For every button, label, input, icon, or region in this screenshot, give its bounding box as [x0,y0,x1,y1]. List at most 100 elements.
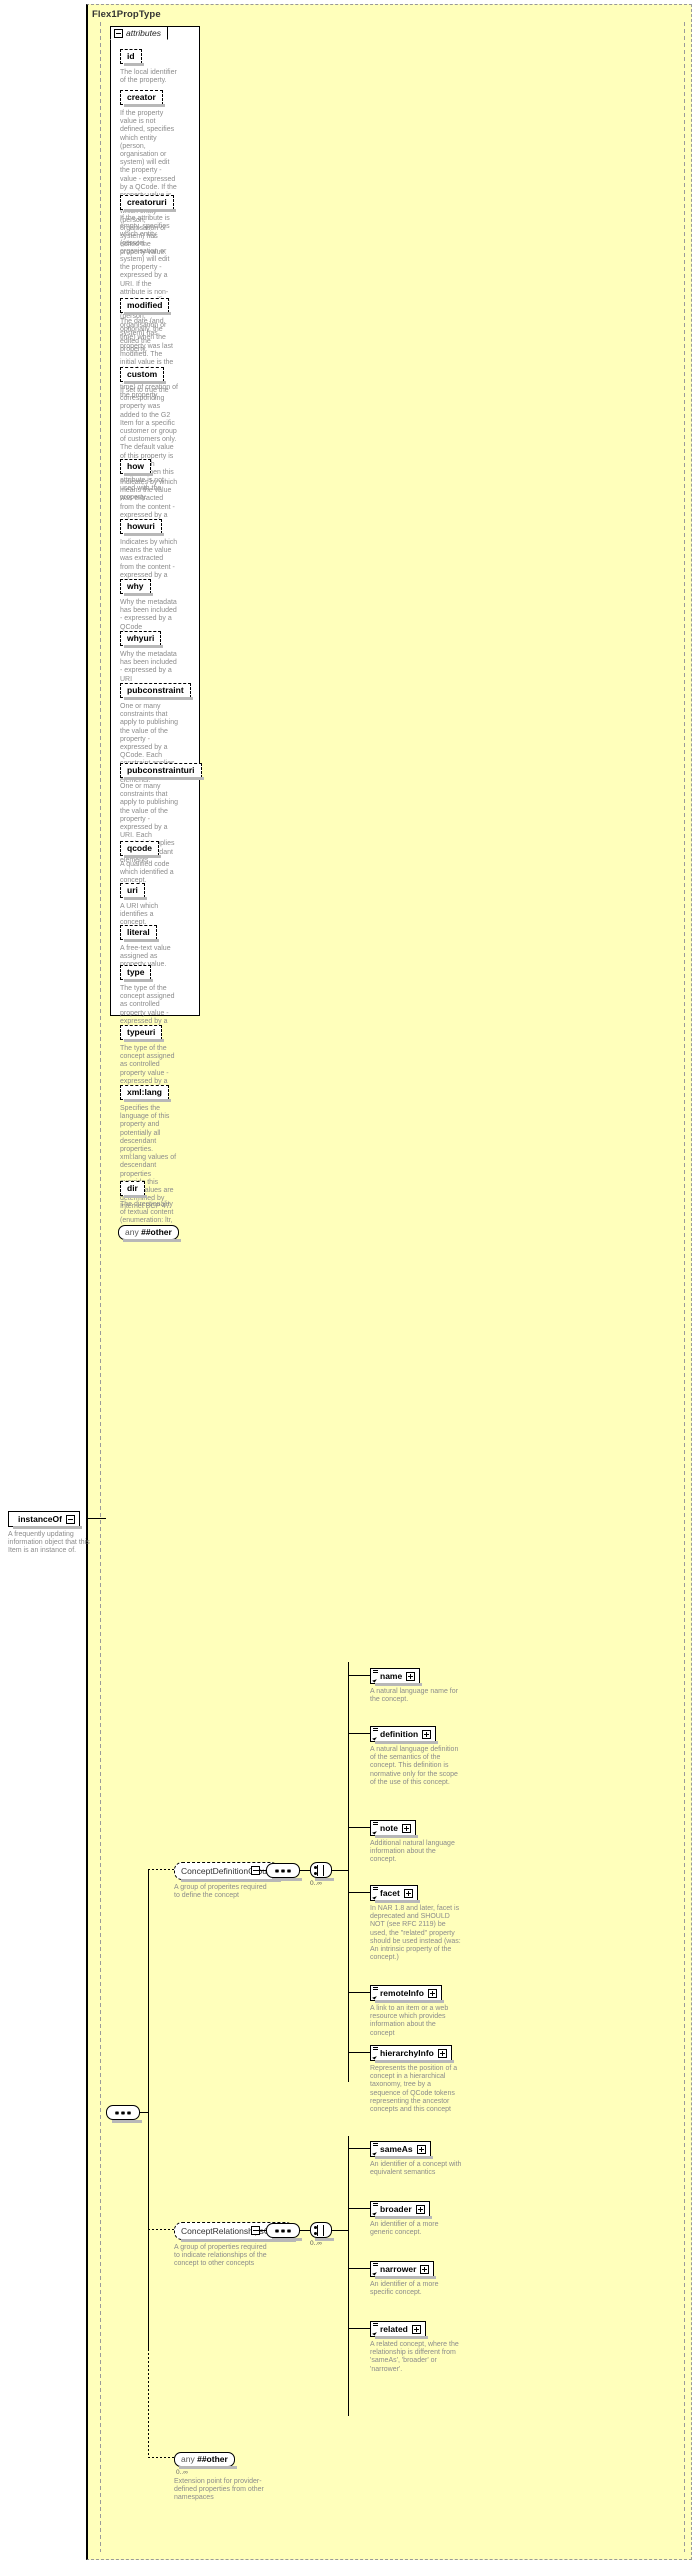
element-box[interactable]: related [370,2321,428,2339]
expand-icon[interactable] [437,2048,447,2058]
attribute-description: Why the metadata has been included - exp… [120,651,177,683]
sequence-node-cdg[interactable] [266,1863,302,1881]
element-box[interactable]: note [370,1820,418,1838]
expand-icon[interactable] [415,2204,425,2214]
documentation-icon [373,2143,378,2147]
cdg-choice-out [332,1870,348,1871]
any-namespace: ##other [141,1227,172,1237]
attribute-chip[interactable]: why [120,579,153,596]
attribute-chip[interactable]: typeuri [120,1025,165,1042]
attribute-chip[interactable]: uri [120,883,147,900]
any-other-element[interactable]: any ##other 0..∞ Extension point for pro… [174,2449,270,2503]
crg-branch-sameas [348,2148,371,2149]
namespace-arrow-icon [372,1994,377,2000]
sequence-icon [274,1869,292,1872]
group-box[interactable]: ConceptDefinitionGroup [174,1862,281,1882]
expand-icon[interactable] [406,1671,416,1681]
attribute-why[interactable]: why Why the metadata has been included -… [120,576,178,632]
element-label: facet [380,1888,400,1898]
attribute-chip[interactable]: whyuri [120,631,164,648]
attribute-chip[interactable]: type [120,965,155,982]
any-other-attribute[interactable]: any ##other [118,1222,181,1242]
element-box[interactable]: instanceOf [8,1511,82,1529]
element-label: narrower [380,2264,417,2274]
element-box[interactable]: broader [370,2201,432,2219]
element-note[interactable]: note Additional natural language informa… [370,1818,462,1865]
any-attribute-chip[interactable]: any ##other [118,1225,181,1242]
element-facet[interactable]: facet In NAR 1.8 and later, facet is dep… [370,1883,462,1962]
element-narrower[interactable]: narrower An identifier of a more specifi… [370,2259,462,2297]
expand-icon[interactable] [420,2264,430,2274]
attribute-uri[interactable]: uri A URI which identifies a concept. [120,880,178,928]
any-label: any [125,1227,139,1237]
element-box[interactable]: remoteInfo [370,1985,444,2003]
connector-spine-down-any [148,2349,149,2458]
cdg-branch-facet [348,1892,371,1893]
attribute-chip[interactable]: xml:lang [120,1085,171,1102]
element-sameas[interactable]: sameAs An identifier of a concept with e… [370,2139,462,2177]
connector-instanceof-to-type [86,1518,106,1519]
documentation-icon [373,1822,378,1826]
element-label: hierarchyInfo [380,2048,434,2058]
sequence-node-root[interactable] [106,2105,142,2123]
expand-icon[interactable] [411,2324,421,2334]
attribute-chip[interactable]: custom [120,367,167,384]
attribute-chip[interactable]: howuri [120,519,164,536]
attribute-whyuri[interactable]: whyuri Why the metadata has been include… [120,628,178,684]
attribute-qcode[interactable]: qcode A qualified code which identified … [120,838,178,886]
attribute-chip[interactable]: qcode [120,841,162,858]
element-description: A related concept, where the relationshi… [370,2341,459,2373]
element-box[interactable]: hierarchyInfo [370,2045,454,2063]
attribute-chip[interactable]: pubconstrainturi [120,763,204,780]
any-element-chip[interactable]: any ##other [174,2452,237,2469]
choice-node-crg[interactable] [310,2222,334,2241]
attribute-chip[interactable]: modified [120,298,172,315]
any-namespace: ##other [197,2454,228,2464]
expand-icon[interactable] [401,1823,411,1833]
connector-seq-to-spine [140,2112,149,2113]
element-box[interactable]: sameAs [370,2141,433,2159]
expand-icon[interactable] [416,2144,426,2154]
connector-spine-to-crg [148,2229,174,2230]
choice-node-cdg[interactable] [310,1862,334,1881]
crg-branch-broader [348,2208,371,2209]
documentation-icon [373,2203,378,2207]
attribute-chip[interactable]: creatoruri [120,195,176,212]
attribute-chip[interactable]: creator [120,90,165,107]
documentation-icon [373,2263,378,2267]
namespace-arrow-icon [372,2210,377,2216]
expand-icon[interactable] [403,1888,413,1898]
group-conceptdefinitiongroup[interactable]: ConceptDefinitionGroup A group of proper… [174,1861,281,1900]
element-box[interactable]: name [370,1668,423,1686]
element-remoteinfo[interactable]: remoteInfo A link to an item or a web re… [370,1983,462,2038]
collapse-icon[interactable] [114,28,123,38]
element-definition[interactable]: definition A natural language definition… [370,1724,462,1787]
sequence-icon [274,2229,292,2232]
expand-icon[interactable] [422,1729,432,1739]
attribute-chip[interactable]: dir [120,1181,147,1198]
element-related[interactable]: related A related concept, where the rel… [370,2319,462,2374]
attribute-chip[interactable]: pubconstraint [120,683,193,700]
group-description: A group of properties required to indica… [174,2244,267,2268]
element-name[interactable]: name A natural language name for the con… [370,1666,462,1704]
namespace-arrow-icon [372,2150,377,2156]
documentation-icon [373,2047,378,2051]
attribute-chip[interactable]: how [120,459,153,476]
element-instanceof[interactable]: instanceOf A frequently updating informa… [8,1509,90,1556]
attribute-description: The local identifier of the property. [120,69,177,85]
element-hierarchyinfo[interactable]: hierarchyInfo Represents the position of… [370,2043,462,2114]
attribute-id[interactable]: id The local identifier of the property. [120,46,178,85]
element-box[interactable]: facet [370,1885,420,1903]
element-box[interactable]: definition [370,1726,439,1744]
element-broader[interactable]: broader An identifier of a more generic … [370,2199,462,2237]
collapse-icon[interactable] [65,1514,75,1524]
expand-icon[interactable] [427,1988,437,1998]
attribute-chip[interactable]: id [120,49,144,66]
cdg-branch-hierarchyinfo [348,2052,371,2053]
element-label: broader [380,2204,412,2214]
connector-spine-to-cdg [148,1869,174,1870]
attributes-tab[interactable]: attributes [110,26,168,40]
element-box[interactable]: narrower [370,2261,437,2279]
sequence-node-crg[interactable] [266,2223,302,2241]
attribute-chip[interactable]: literal [120,925,159,942]
